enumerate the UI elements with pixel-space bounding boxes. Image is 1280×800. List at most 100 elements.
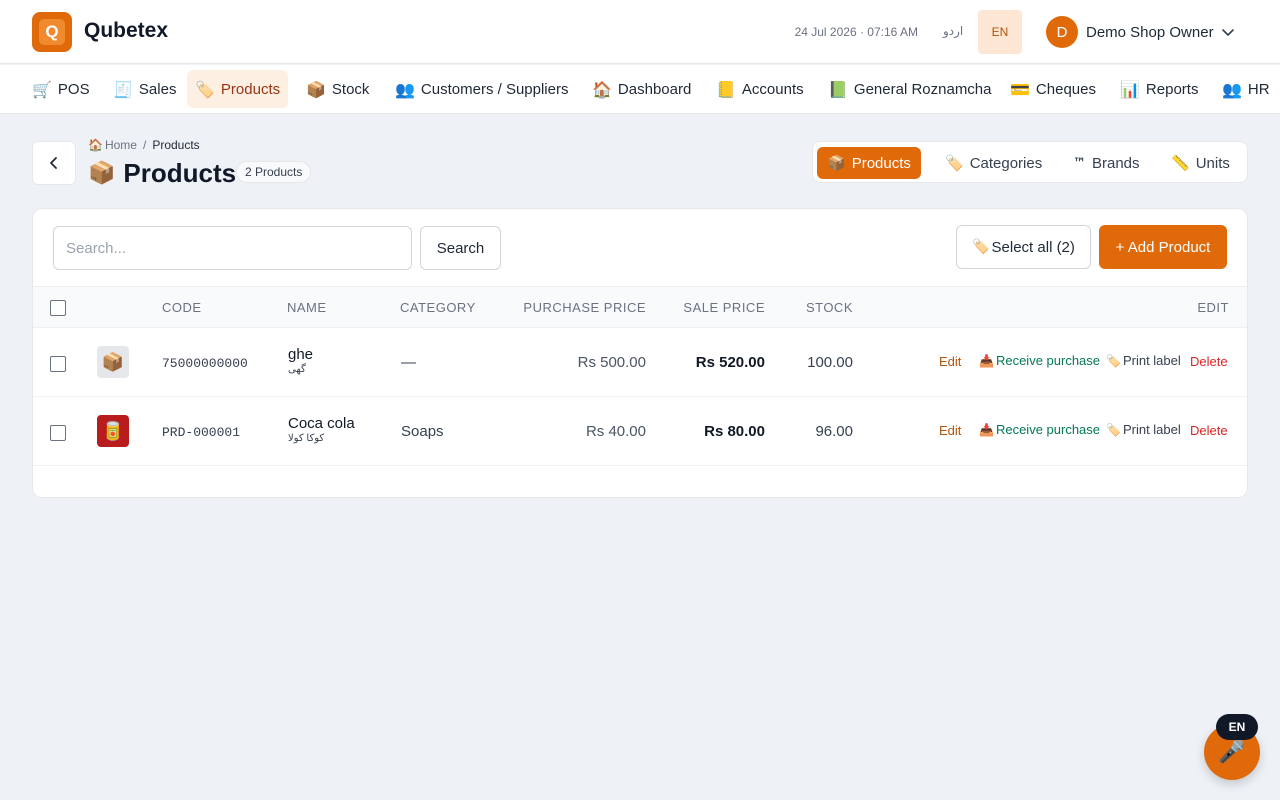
nav-item-stock[interactable]: 📦 Stock <box>298 70 377 108</box>
language-english-button[interactable]: EN <box>978 10 1022 54</box>
top-bar: Q Qubetex 24 Jul 2026 · 07:16 AM اردو EN… <box>0 0 1280 64</box>
nav-label: POS <box>57 80 90 98</box>
bar-chart-icon: 📊 <box>1120 79 1140 99</box>
back-button[interactable] <box>32 141 76 185</box>
sale-price: Rs 80.00 <box>704 423 765 440</box>
column-purchase-price[interactable]: PURCHASE PRICE <box>523 300 646 315</box>
breadcrumb-separator: / <box>142 138 147 152</box>
product-category: Soaps <box>401 423 444 440</box>
column-name[interactable]: NAME <box>287 300 327 315</box>
stock-quantity: 96.00 <box>815 423 853 440</box>
receipt-icon: 🧾 <box>113 79 133 99</box>
column-stock[interactable]: STOCK <box>806 300 853 315</box>
purchase-price: Rs 40.00 <box>585 423 646 440</box>
tab-label: Brands <box>1092 154 1140 172</box>
search-input[interactable] <box>53 226 412 270</box>
ledger-icon: 📒 <box>716 79 736 99</box>
page-title: 📦 Products <box>88 158 236 189</box>
nav-label: Products <box>220 80 281 98</box>
delete-link[interactable]: Delete <box>1190 423 1228 438</box>
product-category: — <box>401 354 416 371</box>
nav-item-hr[interactable]: 👥 HR <box>1214 70 1278 108</box>
nav-label: Sales <box>138 80 177 98</box>
product-name: ghe <box>288 346 314 363</box>
tab-label: Units <box>1195 154 1230 172</box>
product-name: Coca cola <box>288 415 355 432</box>
cart-icon: 🛒 <box>32 79 52 99</box>
tab-products[interactable]: 📦 Products <box>817 147 921 179</box>
row-checkbox[interactable] <box>50 425 66 441</box>
tab-units[interactable]: 📏 Units <box>1161 147 1240 179</box>
nav-item-cheques[interactable]: 💳 Cheques <box>1002 70 1104 108</box>
voice-language-badge[interactable]: EN <box>1216 714 1258 740</box>
receive-purchase-link[interactable]: 📥 Receive purchase <box>979 422 1100 437</box>
nav-label: General Roznamcha <box>853 80 992 98</box>
print-label-label: Print label <box>1122 422 1181 437</box>
nav-item-accounts[interactable]: 📒 Accounts <box>708 70 812 108</box>
catalog-tabs: 📦 Products 🏷️ Categories ™ Brands 📏 Unit… <box>812 141 1248 183</box>
select-all-button[interactable]: 🏷️ Select all (2) <box>956 225 1091 269</box>
edit-link[interactable]: Edit <box>939 423 961 438</box>
nav-item-pos[interactable]: 🛒 POS <box>24 70 98 108</box>
product-count-badge: 2 Products <box>236 161 312 183</box>
house-icon: 🏠 <box>592 79 612 99</box>
nav-item-customers-suppliers[interactable]: 👥 Customers / Suppliers <box>387 70 576 108</box>
nav-item-reports[interactable]: 📊 Reports <box>1112 70 1206 108</box>
print-label-link[interactable]: 🏷️ Print label <box>1106 422 1181 437</box>
product-name-urdu: گھی <box>288 364 306 375</box>
row-checkbox[interactable] <box>50 356 66 372</box>
tag-icon: 🏷️ <box>1106 422 1121 437</box>
table-row[interactable]: 📦 75000000000 ghe گھی — Rs 500.00 Rs 520… <box>33 328 1247 397</box>
app-logo-letter: Q <box>39 19 65 45</box>
tag-icon: 🏷️ <box>195 79 215 99</box>
add-product-button[interactable]: + Add Product <box>1099 225 1227 269</box>
chevron-down-icon[interactable] <box>1221 25 1235 39</box>
column-sale-price[interactable]: SALE PRICE <box>683 300 765 315</box>
purchase-price: Rs 500.00 <box>577 354 646 371</box>
nav-item-sales[interactable]: 🧾 Sales <box>105 70 184 108</box>
table-row[interactable]: 🥫 PRD-000001 Coca cola کوکا کولا Soaps R… <box>33 397 1247 466</box>
search-button[interactable]: Search <box>420 226 501 270</box>
user-avatar[interactable]: D <box>1046 16 1078 48</box>
tab-brands[interactable]: ™ Brands <box>1063 147 1150 179</box>
inbox-icon: 📥 <box>979 353 994 368</box>
user-menu-name[interactable]: Demo Shop Owner <box>1086 24 1214 41</box>
tag-icon: 🏷️ <box>972 239 990 255</box>
ruler-icon: 📏 <box>1171 154 1190 172</box>
table-header: CODE NAME CATEGORY PURCHASE PRICE SALE P… <box>33 286 1247 328</box>
nav-label: HR <box>1247 80 1270 98</box>
breadcrumb-home-link[interactable]: Home <box>105 138 137 152</box>
page-title-text: Products <box>123 158 237 188</box>
app-title: Qubetex <box>84 19 169 42</box>
receive-purchase-link[interactable]: 📥 Receive purchase <box>979 353 1100 368</box>
package-icon: 📦 <box>101 351 125 373</box>
column-edit: EDIT <box>1197 300 1229 315</box>
green-book-icon: 📗 <box>828 79 848 99</box>
column-code[interactable]: CODE <box>162 300 202 315</box>
sale-price: Rs 520.00 <box>695 354 765 371</box>
card-icon: 💳 <box>1010 79 1030 99</box>
current-datetime: 24 Jul 2026 · 07:16 AM <box>794 25 918 39</box>
nav-label: Dashboard <box>617 80 692 98</box>
product-code: PRD-000001 <box>162 425 241 440</box>
select-all-checkbox[interactable] <box>50 300 66 316</box>
people-icon: 👥 <box>1222 79 1242 99</box>
people-icon: 👥 <box>395 79 415 99</box>
product-thumbnail: 🥫 <box>97 415 129 447</box>
tab-label: Categories <box>969 154 1043 172</box>
app-logo[interactable]: Q <box>32 12 72 52</box>
nav-item-products[interactable]: 🏷️ Products <box>187 70 289 108</box>
print-label-link[interactable]: 🏷️ Print label <box>1106 353 1181 368</box>
language-urdu-button[interactable]: اردو <box>943 24 963 38</box>
nav-item-dashboard[interactable]: 🏠 Dashboard <box>584 70 699 108</box>
product-code: 75000000000 <box>162 356 248 371</box>
nav-label: Cheques <box>1035 80 1096 98</box>
delete-link[interactable]: Delete <box>1190 354 1228 369</box>
inbox-icon: 📥 <box>979 422 994 437</box>
tab-categories[interactable]: 🏷️ Categories <box>935 147 1052 179</box>
product-name-urdu: کوکا کولا <box>288 433 325 444</box>
tag-icon: 🏷️ <box>1106 353 1121 368</box>
nav-item-general-roznamcha[interactable]: 📗 General Roznamcha <box>820 70 1000 108</box>
column-category[interactable]: CATEGORY <box>400 300 476 315</box>
edit-link[interactable]: Edit <box>939 354 961 369</box>
